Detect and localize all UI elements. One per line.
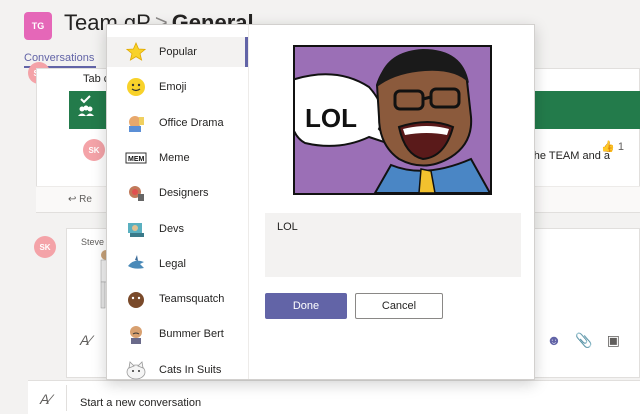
cat-icon: [125, 359, 147, 381]
emoji-face-icon: [125, 76, 147, 98]
teamsquatch-icon: [125, 288, 147, 310]
svg-text:MEM: MEM: [128, 156, 145, 163]
toolbar-icons: ☻ 📎 ▣: [547, 332, 620, 349]
star-icon: [125, 41, 147, 63]
reply-label: Re: [79, 194, 92, 205]
category-legal[interactable]: Legal: [107, 249, 248, 279]
category-label: Emoji: [159, 81, 187, 94]
category-devs[interactable]: Devs: [107, 214, 248, 244]
sticker-picker-popup: Popular Emoji Office Drama MEM Meme Designers…: [106, 24, 535, 380]
format-icon[interactable]: A⁄: [80, 332, 92, 348]
meet-now-icon[interactable]: ▣: [607, 332, 620, 349]
format-icon[interactable]: A⁄: [40, 391, 52, 407]
avatar-initials: SK: [88, 145, 100, 155]
category-meme[interactable]: MEM Meme: [107, 143, 248, 173]
team-check-icon: [77, 95, 95, 119]
sticker-category-list: Popular Emoji Office Drama MEM Meme Designers…: [107, 25, 249, 380]
devs-icon: [125, 218, 147, 240]
reply-icon: ↩: [68, 194, 77, 205]
category-label: Cats In Suits: [159, 363, 222, 376]
avatar[interactable]: SK: [34, 236, 56, 258]
category-popular[interactable]: Popular: [107, 37, 248, 67]
emoji-icon[interactable]: ☻: [547, 332, 562, 349]
designers-icon: [125, 182, 147, 204]
sticker-text: LOL: [305, 103, 357, 133]
avatar[interactable]: SK: [83, 139, 105, 161]
category-label: Popular: [159, 46, 197, 58]
category-label: Bummer Bert: [159, 328, 224, 341]
new-conversation-placeholder: Start a new conversation: [80, 397, 202, 409]
category-label: Teamsquatch: [159, 293, 225, 306]
category-emoji[interactable]: Emoji: [107, 72, 248, 102]
category-office-drama[interactable]: Office Drama: [107, 108, 248, 138]
attach-icon[interactable]: 📎: [575, 332, 592, 349]
category-cats-in-suits[interactable]: Cats In Suits: [107, 355, 248, 385]
category-teamsquatch[interactable]: Teamsquatch: [107, 284, 248, 314]
avatar-initials: SK: [39, 242, 51, 252]
bummer-bert-icon: [125, 323, 147, 345]
category-label: Legal: [159, 257, 186, 270]
caption-input[interactable]: LOL: [265, 213, 521, 277]
sticker-preview[interactable]: LOL: [293, 45, 492, 195]
category-designers[interactable]: Designers: [107, 178, 248, 208]
message-snippet: he TEAM and a: [533, 150, 610, 162]
category-label: Designers: [159, 187, 209, 200]
legal-shark-icon: [125, 253, 147, 275]
category-label: Devs: [159, 222, 185, 235]
author-name: Steve I: [81, 237, 110, 247]
new-conversation-bar[interactable]: A⁄ Start a new conversation: [28, 380, 640, 414]
done-button[interactable]: Done: [265, 293, 347, 319]
cancel-button[interactable]: Cancel: [355, 293, 443, 319]
category-bummer-bert[interactable]: Bummer Bert: [107, 319, 248, 349]
team-avatar[interactable]: TG: [24, 12, 52, 40]
divider: [66, 385, 67, 411]
meme-icon: MEM: [125, 147, 147, 169]
office-drama-icon: [125, 112, 147, 134]
category-label: Office Drama: [159, 116, 224, 129]
category-label: Meme: [159, 151, 190, 164]
like-count-value: 1: [617, 141, 624, 153]
